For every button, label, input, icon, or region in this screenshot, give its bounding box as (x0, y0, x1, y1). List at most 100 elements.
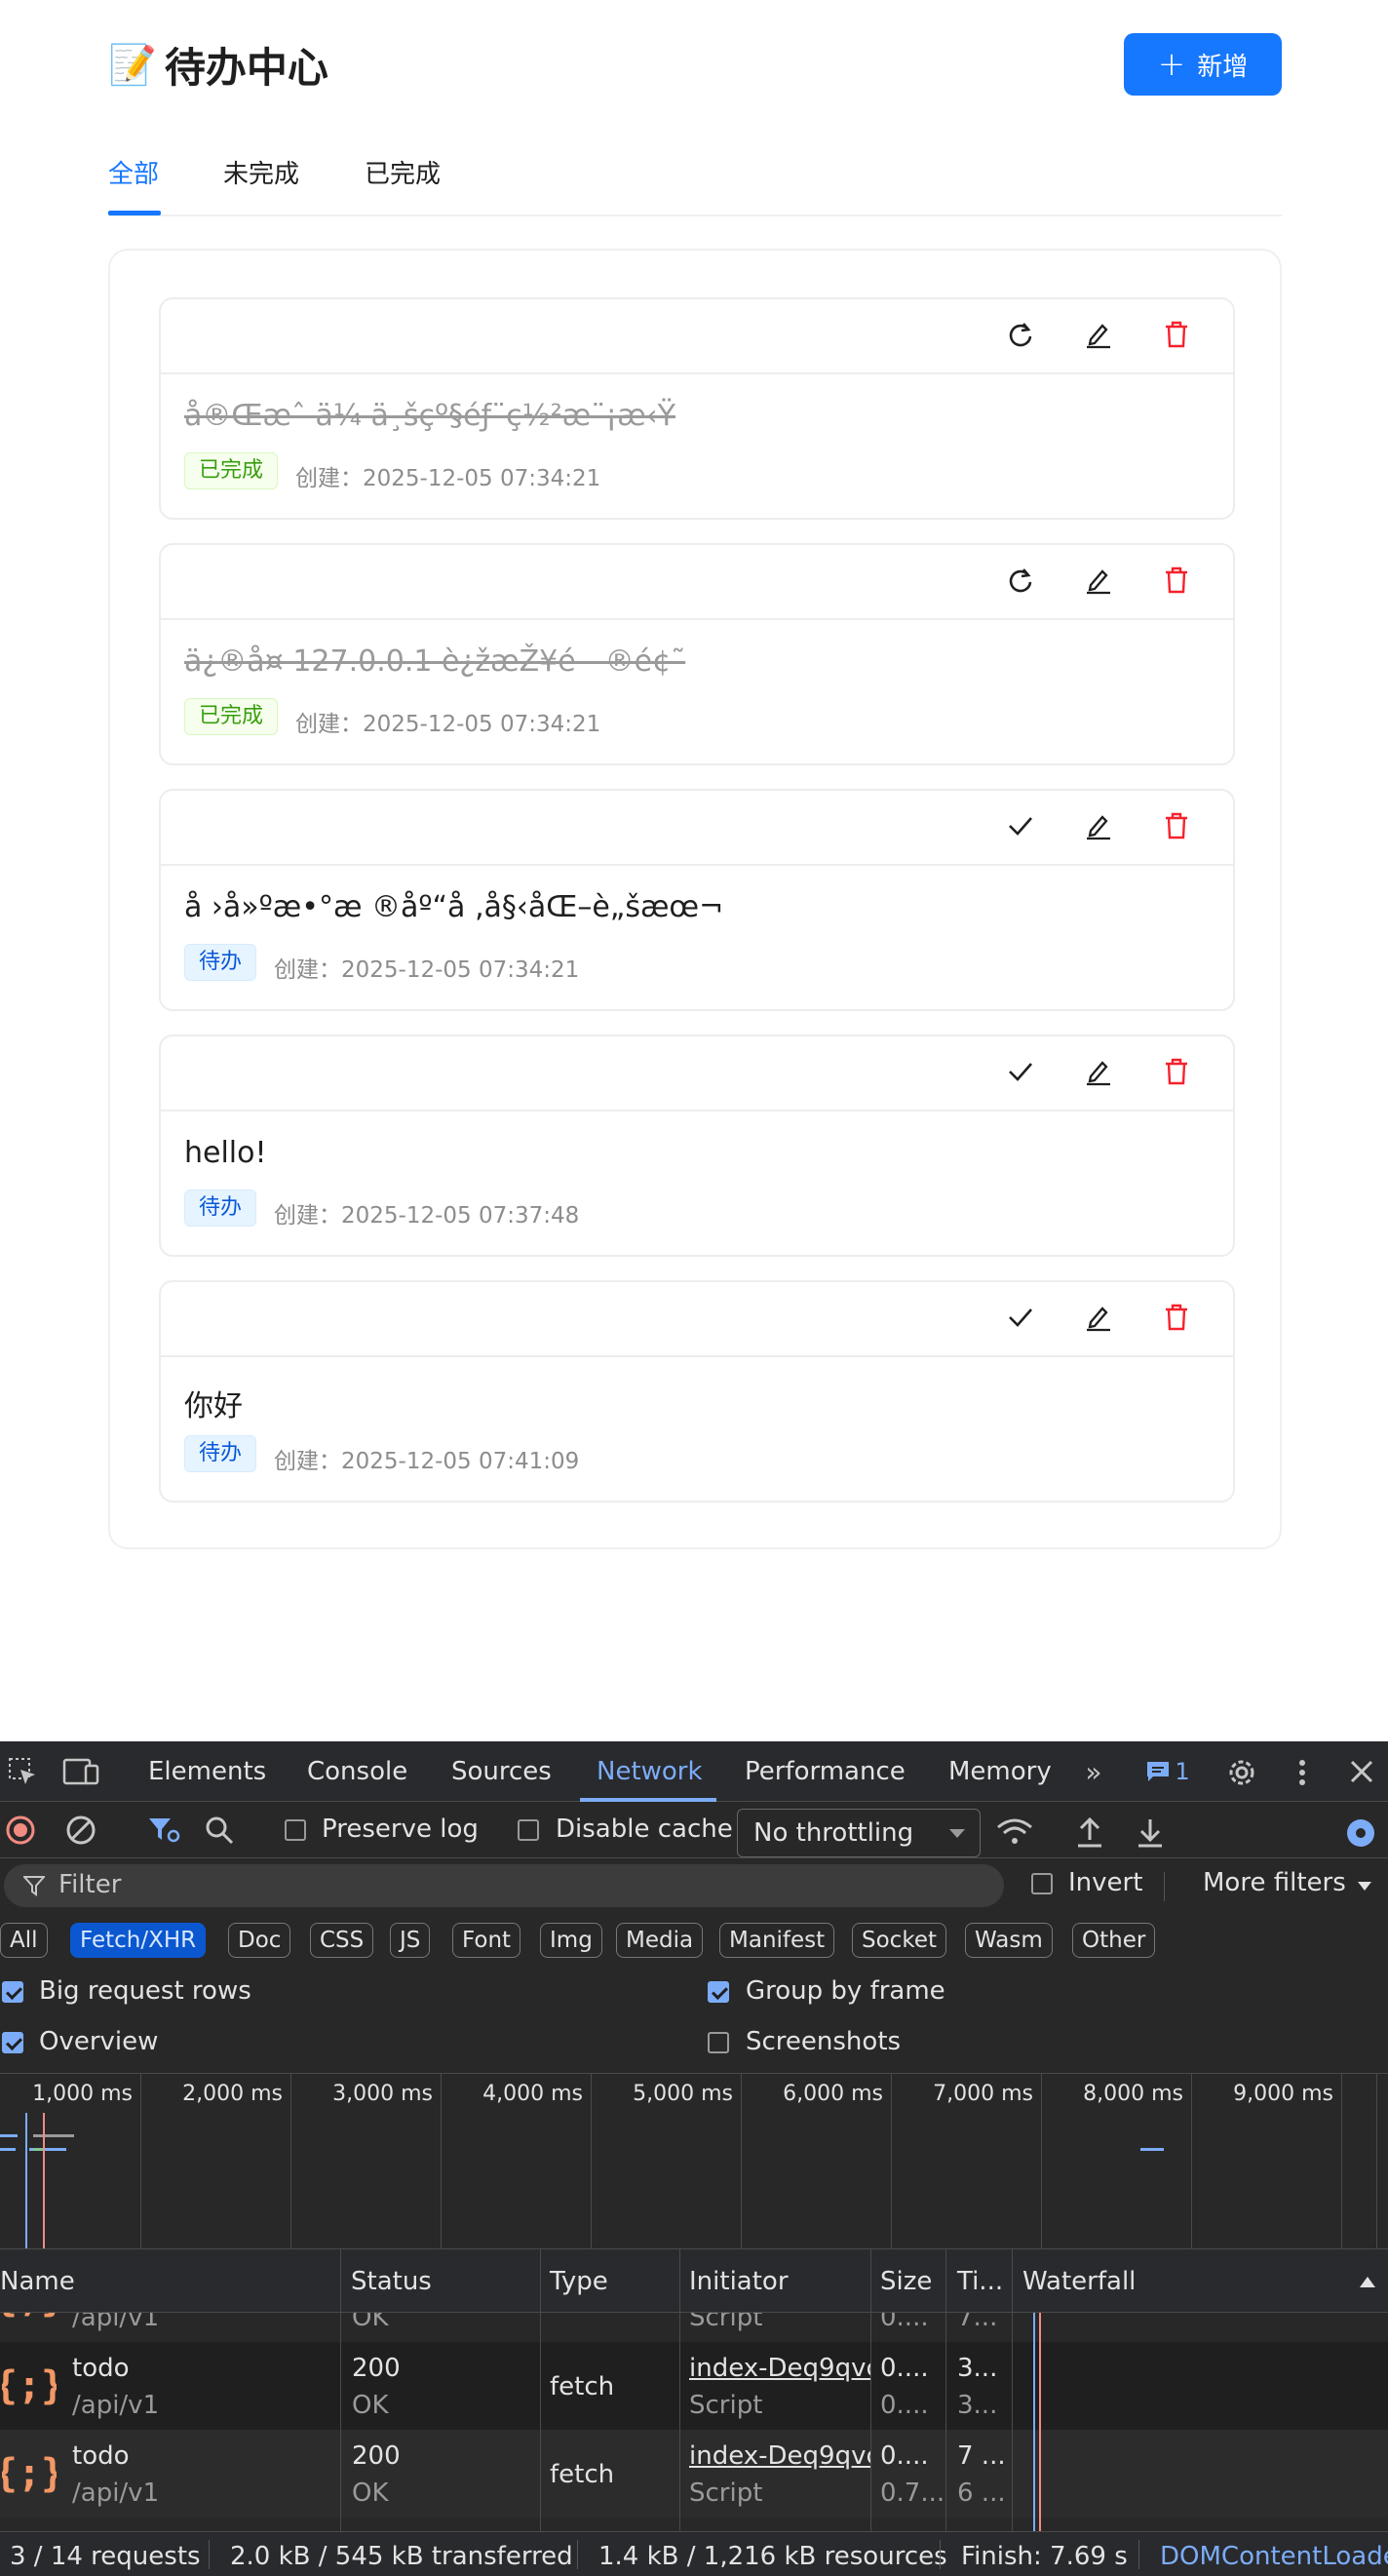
record-stop-icon[interactable] (4, 1814, 37, 1847)
type-filter-fetch-xhr[interactable]: Fetch/XHR (70, 1923, 207, 1958)
edit-button[interactable] (1081, 319, 1116, 354)
tab-console[interactable]: Console (307, 1757, 407, 1786)
tab-sources[interactable]: Sources (451, 1757, 552, 1786)
request-initiator[interactable]: index-Deq9qvc (689, 2441, 870, 2471)
type-filter-socket[interactable]: Socket (852, 1923, 946, 1958)
network-conditions-icon[interactable] (994, 1814, 1035, 1853)
edit-icon (1084, 566, 1113, 599)
type-filter-doc[interactable]: Doc (228, 1923, 291, 1958)
edit-icon (1084, 1303, 1113, 1336)
delete-button[interactable] (1159, 565, 1194, 600)
complete-button[interactable] (1003, 810, 1038, 845)
overview-bar (33, 2134, 74, 2137)
request-row[interactable]: {;} todo /api/v1 200 OK fetch index-Deq9… (0, 2430, 1388, 2517)
tab-network[interactable]: Network (597, 1757, 703, 1786)
request-row[interactable]: {;} todo /api/v1 200 OK fetch index-Deq9… (0, 2342, 1388, 2430)
column-size[interactable]: Size (880, 2267, 932, 2296)
search-icon[interactable] (203, 1814, 236, 1847)
type-filter-css[interactable]: CSS (310, 1923, 374, 1958)
settings-gear-icon[interactable] (1224, 1755, 1259, 1790)
delete-button[interactable] (1159, 319, 1194, 354)
type-filter-media[interactable]: Media (616, 1923, 704, 1958)
delete-button[interactable] (1159, 810, 1194, 845)
add-todo-button[interactable]: + 新增 (1124, 33, 1282, 96)
todo-title: 你好 (184, 1389, 243, 1424)
network-toolbar: Preserve log Disable cache (0, 1802, 1388, 1858)
more-tabs-icon[interactable]: » (1076, 1755, 1111, 1788)
import-har-icon[interactable] (1072, 1814, 1107, 1853)
request-row[interactable]: {;} /api/v1 OK Script 0.... 7... (0, 2313, 1388, 2342)
column-type[interactable]: Type (550, 2267, 608, 2296)
column-status[interactable]: Status (351, 2267, 432, 2296)
overview-checkbox[interactable] (2, 2032, 23, 2053)
edit-button[interactable] (1081, 1302, 1116, 1337)
fetch-request-icon: {;} (0, 2360, 64, 2414)
column-time[interactable]: Ti... (957, 2267, 1003, 2296)
export-har-icon[interactable] (1133, 1814, 1168, 1853)
column-waterfall[interactable]: Waterfall (1022, 2267, 1136, 2296)
group-by-frame-checkbox[interactable] (708, 1981, 729, 2003)
column-initiator[interactable]: Initiator (689, 2267, 789, 2296)
created-value: 2025-12-05 07:34:21 (363, 712, 601, 737)
complete-button[interactable] (1003, 1302, 1038, 1337)
device-toolbar-icon[interactable] (62, 1755, 101, 1788)
status-badge: 已完成 (184, 698, 279, 735)
edit-button[interactable] (1081, 810, 1116, 845)
undo-button[interactable] (1003, 565, 1038, 600)
timeline-gridline (441, 2074, 442, 2249)
column-name[interactable]: Name (0, 2267, 75, 2296)
more-filters-button[interactable]: More filters (1203, 1868, 1346, 1897)
tab-completed[interactable]: 已完成 (365, 154, 441, 190)
created-time: 创建：2025-12-05 07:34:21 (295, 459, 600, 492)
tab-memory[interactable]: Memory (948, 1757, 1052, 1786)
type-filter-other[interactable]: Other (1072, 1923, 1156, 1958)
type-filter-js[interactable]: JS (390, 1923, 431, 1958)
todo-app: 📝 待办中心 + 新增 全部 未完成 已完成 å®Œæˆ ä¼ ä¸šçº§éƒ… (0, 0, 1388, 1741)
inspect-element-icon[interactable] (6, 1755, 39, 1788)
tab-performance[interactable]: Performance (745, 1757, 906, 1786)
tab-incomplete[interactable]: 未完成 (223, 154, 299, 190)
undo-icon (1007, 566, 1034, 598)
throttling-select[interactable]: No throttling (737, 1809, 981, 1857)
edit-button[interactable] (1081, 1056, 1116, 1091)
issues-button[interactable]: 1 (1140, 1756, 1195, 1787)
invert-checkbox[interactable] (1031, 1873, 1053, 1894)
disable-cache-checkbox[interactable] (518, 1819, 539, 1841)
delete-button[interactable] (1159, 1302, 1194, 1337)
tab-elements[interactable]: Elements (148, 1757, 266, 1786)
network-settings-gear-icon[interactable] (1341, 1814, 1380, 1853)
created-time: 创建：2025-12-05 07:41:09 (274, 1442, 579, 1475)
tab-all[interactable]: 全部 (108, 154, 159, 190)
created-time: 创建：2025-12-05 07:34:21 (274, 951, 579, 984)
todo-card-header (161, 1282, 1233, 1357)
more-filters-chevron-icon (1358, 1882, 1371, 1891)
page-title-text: 待办中心 (164, 44, 328, 92)
timeline-overview[interactable]: 1,000 ms 2,000 ms 3,000 ms 4,000 ms 5,000 ms… (0, 2073, 1388, 2249)
created-value: 2025-12-05 07:41:09 (341, 1449, 580, 1474)
big-request-rows-checkbox[interactable] (2, 1981, 23, 2003)
preserve-log-checkbox[interactable] (285, 1819, 306, 1841)
request-initiator[interactable]: index-Deq9qvc (689, 2354, 870, 2383)
complete-button[interactable] (1003, 1056, 1038, 1091)
type-filter-img[interactable]: Img (540, 1923, 602, 1958)
network-summary-bar: 3 / 14 requests 2.0 kB / 545 kB transfer… (0, 2531, 1388, 2576)
filter-input[interactable]: Filter (4, 1864, 1004, 1907)
type-filter-all[interactable]: All (0, 1923, 48, 1958)
edit-icon (1084, 1057, 1113, 1090)
edit-button[interactable] (1081, 565, 1116, 600)
request-path: /api/v1 (72, 2391, 160, 2420)
timeline-gridline (591, 2074, 592, 2249)
timeline-tick-label: 2,000 ms (182, 2082, 283, 2106)
type-filter-wasm[interactable]: Wasm (965, 1923, 1053, 1958)
type-filter-manifest[interactable]: Manifest (719, 1923, 835, 1958)
more-options-icon[interactable] (1287, 1755, 1318, 1790)
clear-icon[interactable] (64, 1814, 97, 1847)
close-devtools-icon[interactable] (1345, 1755, 1378, 1788)
delete-button[interactable] (1159, 1056, 1194, 1091)
filter-funnel-icon[interactable] (146, 1814, 181, 1847)
summary-domcontentloaded[interactable]: DOMContentLoade (1160, 2542, 1388, 2571)
type-filter-font[interactable]: Font (452, 1923, 521, 1958)
undo-button[interactable] (1003, 319, 1038, 354)
filter-tabs: 全部 未完成 已完成 (108, 146, 1282, 216)
screenshots-checkbox[interactable] (708, 2032, 729, 2053)
